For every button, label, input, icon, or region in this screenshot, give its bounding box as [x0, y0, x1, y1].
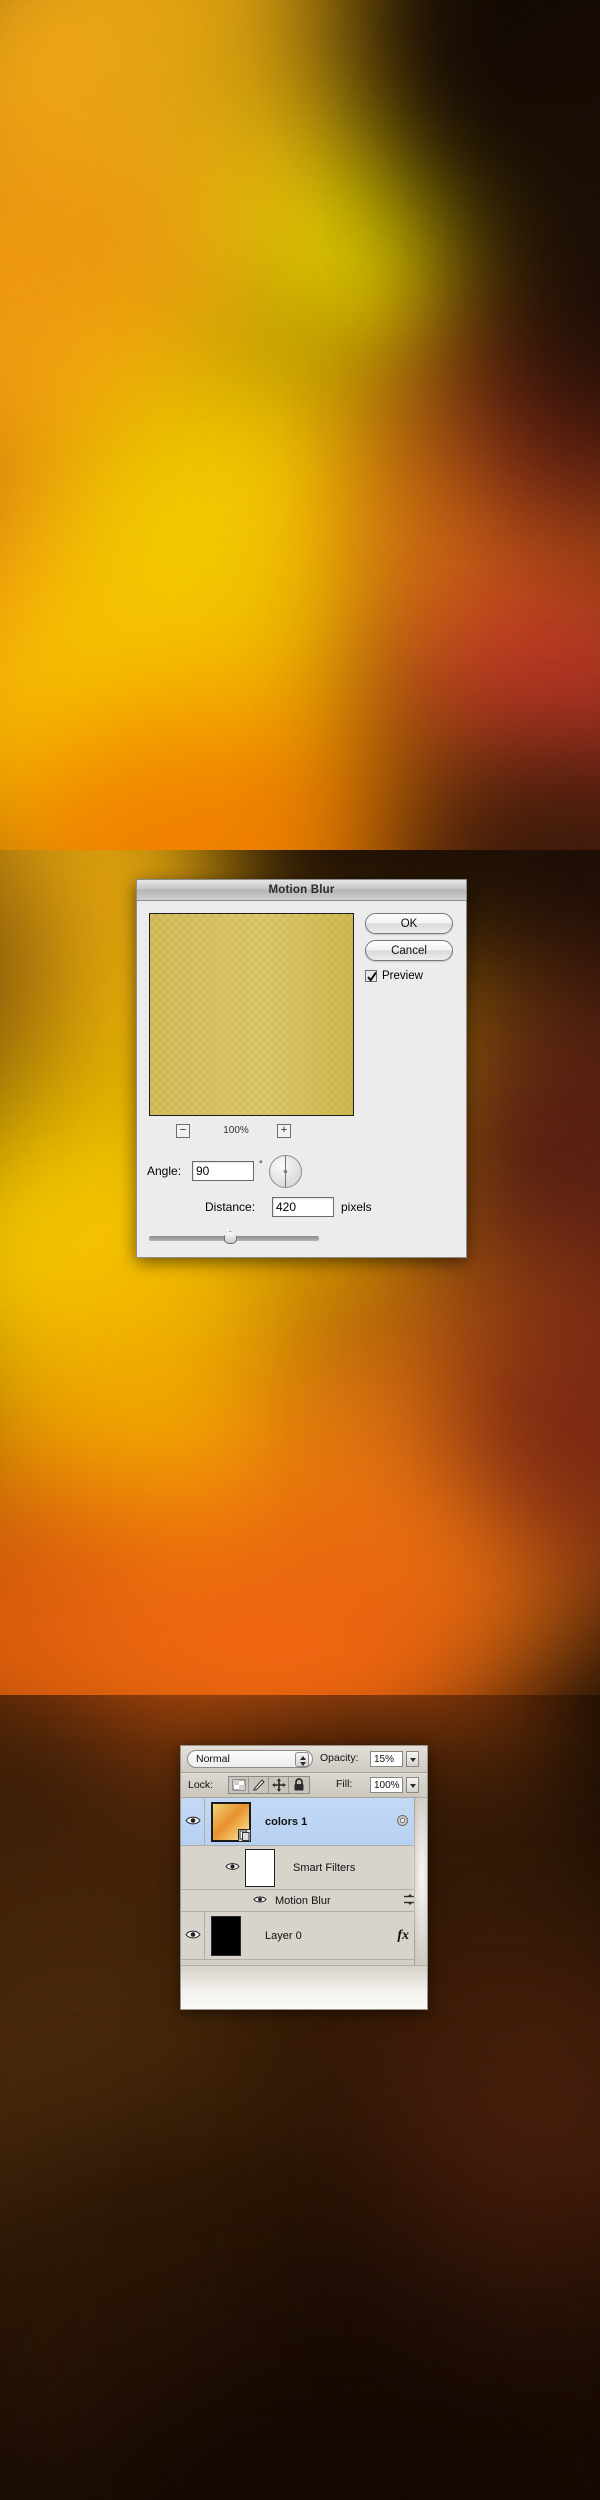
blend-mode-select[interactable]: Normal	[187, 1750, 313, 1768]
layers-panel: Normal Opacity: 15% Lock: Fill: 100% col…	[180, 1745, 428, 2010]
filter-name: Motion Blur	[275, 1894, 331, 1907]
distance-label: Distance:	[205, 1200, 256, 1214]
preview-zoom-controls: − 100% +	[149, 1123, 354, 1139]
lock-image-icon[interactable]	[249, 1777, 269, 1793]
zoom-in-button[interactable]: +	[277, 1124, 291, 1138]
eye-icon[interactable]	[253, 1895, 267, 1907]
angle-label: Angle:	[147, 1164, 182, 1178]
opacity-input[interactable]: 15%	[370, 1751, 403, 1767]
angle-row: Angle: 90 °	[147, 1153, 377, 1191]
fill-input[interactable]: 100%	[370, 1777, 403, 1793]
layers-panel-blend-row: Normal Opacity: 15%	[181, 1746, 427, 1773]
lock-label: Lock:	[188, 1779, 214, 1791]
lock-position-icon[interactable]	[269, 1777, 289, 1793]
pixels-label: pixels	[341, 1200, 372, 1214]
smart-object-icon	[238, 1829, 251, 1842]
slider-thumb[interactable]	[223, 1231, 237, 1244]
zoom-out-button[interactable]: −	[176, 1124, 190, 1138]
ok-button[interactable]: OK	[365, 913, 453, 934]
fx-icon[interactable]: fx	[397, 1928, 409, 1944]
table-row[interactable]: colors 1	[181, 1798, 427, 1846]
layer-name: colors 1	[265, 1815, 308, 1828]
layers-panel-footer	[181, 1965, 427, 2009]
motion-blur-dialog: Motion Blur − 100% + OK Cancel Preview A…	[136, 879, 467, 1258]
checkmark-icon	[367, 971, 377, 982]
eye-icon[interactable]	[185, 1929, 201, 1943]
lock-buttons-group	[228, 1776, 310, 1794]
angle-input[interactable]: 90	[192, 1161, 254, 1181]
layer-visibility-cell[interactable]	[181, 1798, 205, 1845]
eye-icon[interactable]	[225, 1861, 240, 1874]
cancel-button[interactable]: Cancel	[365, 940, 453, 961]
dialog-title-bar: Motion Blur	[137, 880, 466, 901]
blend-mode-stepper-icon[interactable]	[295, 1752, 309, 1767]
layer-name: Layer 0	[265, 1929, 302, 1942]
opacity-label: Opacity:	[320, 1752, 359, 1764]
smart-filters-row[interactable]: Smart Filters	[181, 1846, 427, 1890]
fill-label: Fill:	[336, 1778, 353, 1790]
layers-list: colors 1 Smart Filters Motion Blur Layer…	[181, 1798, 427, 1960]
layer-thumbnail[interactable]	[211, 1916, 241, 1956]
filter-row[interactable]: Motion Blur	[181, 1890, 427, 1912]
smart-filter-mask-thumbnail[interactable]	[245, 1849, 275, 1887]
layer-thumbnail[interactable]	[211, 1802, 251, 1842]
degree-symbol: °	[259, 1159, 263, 1169]
layer-visibility-cell[interactable]	[181, 1912, 205, 1959]
preview-label: Preview	[382, 970, 423, 982]
distance-row: Distance: 420 pixels	[147, 1196, 447, 1220]
table-row[interactable]: Layer 0 fx	[181, 1912, 427, 1960]
lock-transparency-icon[interactable]	[229, 1777, 249, 1793]
filter-preview[interactable]	[149, 913, 354, 1116]
lock-all-icon[interactable]	[289, 1777, 309, 1793]
angle-dial[interactable]	[269, 1155, 302, 1188]
preview-toggle-row: Preview	[365, 969, 453, 985]
layers-panel-lock-row: Lock: Fill: 100%	[181, 1773, 427, 1798]
smart-filters-label: Smart Filters	[293, 1861, 356, 1874]
distance-slider[interactable]	[149, 1231, 319, 1245]
eye-icon[interactable]	[185, 1815, 201, 1829]
smart-object-indicator-icon	[396, 1814, 409, 1830]
preview-checkbox[interactable]	[365, 970, 377, 982]
canvas-artwork-top	[0, 0, 600, 850]
dial-needle-icon	[283, 1156, 288, 1187]
distance-input[interactable]: 420	[272, 1197, 334, 1217]
blend-mode-value: Normal	[196, 1753, 230, 1765]
zoom-level-label: 100%	[223, 1125, 249, 1136]
opacity-dropdown-icon[interactable]	[406, 1751, 419, 1767]
fill-dropdown-icon[interactable]	[406, 1777, 419, 1793]
dialog-body: − 100% + OK Cancel Preview Angle: 90 ° D…	[137, 901, 466, 1258]
layers-scrollbar[interactable]	[414, 1798, 427, 1965]
dialog-title: Motion Blur	[268, 884, 335, 896]
